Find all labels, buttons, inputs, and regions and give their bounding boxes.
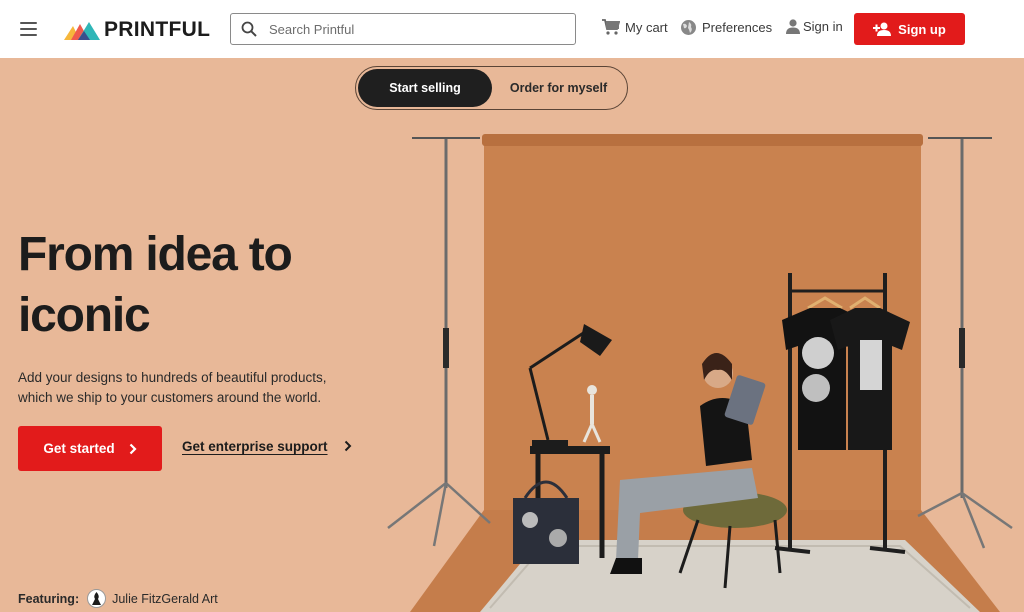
cart-link[interactable]: My cart	[602, 19, 668, 35]
top-header: PRINTFUL My cart Preferences Sign in	[0, 0, 1024, 58]
hero-subtext: Add your designs to hundreds of beautifu…	[18, 370, 327, 405]
featuring-label: Featuring:	[18, 591, 80, 606]
logo-text: PRINTFUL	[104, 18, 211, 41]
search-input[interactable]	[269, 21, 559, 37]
hero-section: Start selling Order for myself From idea…	[0, 58, 1024, 612]
hero-photo	[387, 134, 1013, 612]
search-icon	[241, 21, 257, 37]
signup-label: Sign up	[898, 21, 946, 37]
headline-line2: iconic	[18, 289, 151, 342]
mode-toggle: Start selling Order for myself	[355, 66, 628, 110]
toggle-start-selling[interactable]: Start selling	[358, 69, 492, 107]
globe-icon	[681, 20, 696, 35]
preferences-link[interactable]: Preferences	[680, 19, 772, 36]
chevron-right-icon[interactable]	[344, 440, 352, 452]
headline-line1: From idea to	[18, 228, 293, 281]
hero-headline: From idea to iconic	[18, 224, 348, 346]
get-started-label: Get started	[43, 441, 115, 456]
user-icon	[786, 19, 800, 34]
add-user-icon	[873, 22, 892, 36]
toggle-order-for-myself[interactable]: Order for myself	[492, 69, 625, 107]
hamburger-icon[interactable]	[20, 22, 37, 36]
chevron-right-icon	[129, 443, 137, 454]
search-box[interactable]	[230, 13, 576, 45]
get-started-button[interactable]: Get started	[18, 426, 162, 471]
cart-icon	[602, 19, 620, 35]
enterprise-support-link[interactable]: Get enterprise support	[182, 439, 328, 454]
logo-mark-icon	[64, 22, 100, 40]
avatar	[87, 589, 107, 608]
artist-logo-icon	[92, 592, 102, 605]
preferences-label: Preferences	[702, 20, 773, 35]
cart-label: My cart	[625, 19, 668, 35]
printful-logo[interactable]: PRINTFUL	[64, 18, 210, 42]
signin-link[interactable]: Sign in	[786, 19, 843, 34]
featuring-credit: Featuring: Julie FitzGerald Art	[18, 589, 218, 608]
featuring-name[interactable]: Julie FitzGerald Art	[112, 592, 218, 606]
signup-button[interactable]: Sign up	[854, 13, 965, 45]
signin-label: Sign in	[803, 19, 843, 34]
